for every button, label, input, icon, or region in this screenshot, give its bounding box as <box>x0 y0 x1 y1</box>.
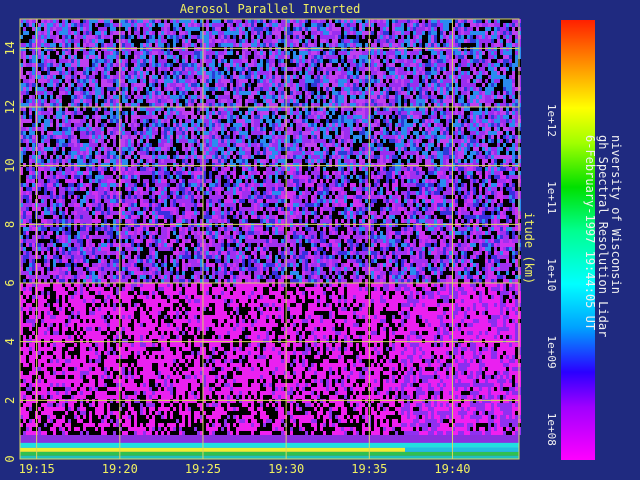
y-tick-label: 14 <box>3 41 17 55</box>
surface-layer <box>20 442 519 459</box>
x-tick-label: 19:30 <box>268 462 304 476</box>
y-axis-label: itude (km) <box>522 212 536 284</box>
colorbar-tick-label: 1e+09 <box>545 336 558 369</box>
plot-area <box>19 18 521 460</box>
y-tick-label: 12 <box>3 100 17 114</box>
colorbar-tick-labels: 1e+12 1e+11 1e+10 1e+09 1e+08 <box>545 104 558 446</box>
y-tick-label: 4 <box>3 338 17 345</box>
timestamp-label: 6-February-1997 19:44:05 UT <box>583 135 597 330</box>
x-tick-label: 19:35 <box>351 462 387 476</box>
y-tick-label: 2 <box>3 397 17 404</box>
x-tick-labels: 19:15 19:20 19:25 19:30 19:35 19:40 <box>19 462 471 476</box>
chart-title: Aerosol Parallel Inverted <box>180 2 361 16</box>
x-tick-label: 19:15 <box>19 462 55 476</box>
y-tick-label: 6 <box>3 279 17 286</box>
instrument-label: gh Spectral Resolution Lidar <box>596 135 610 337</box>
chart: Aerosol Parallel Inverted 19:15 19:20 19:2… <box>3 2 623 476</box>
colorbar-tick-label: 1e+10 <box>545 258 558 291</box>
y-tick-label: 0 <box>3 455 17 462</box>
y-tick-label: 8 <box>3 221 17 228</box>
x-tick-label: 19:20 <box>102 462 138 476</box>
colorbar-tick-label: 1e+11 <box>545 181 558 214</box>
x-tick-label: 19:25 <box>185 462 221 476</box>
y-tick-labels: 0 2 4 6 8 10 12 14 <box>3 41 17 463</box>
colorbar-tick-label: 1e+08 <box>545 413 558 446</box>
heatmap-cells <box>20 19 521 435</box>
x-tick-label: 19:40 <box>434 462 470 476</box>
colorbar-tick-label: 1e+12 <box>545 104 558 137</box>
institution-label: niversity of Wisconsin <box>609 135 623 294</box>
y-tick-label: 10 <box>3 158 17 172</box>
